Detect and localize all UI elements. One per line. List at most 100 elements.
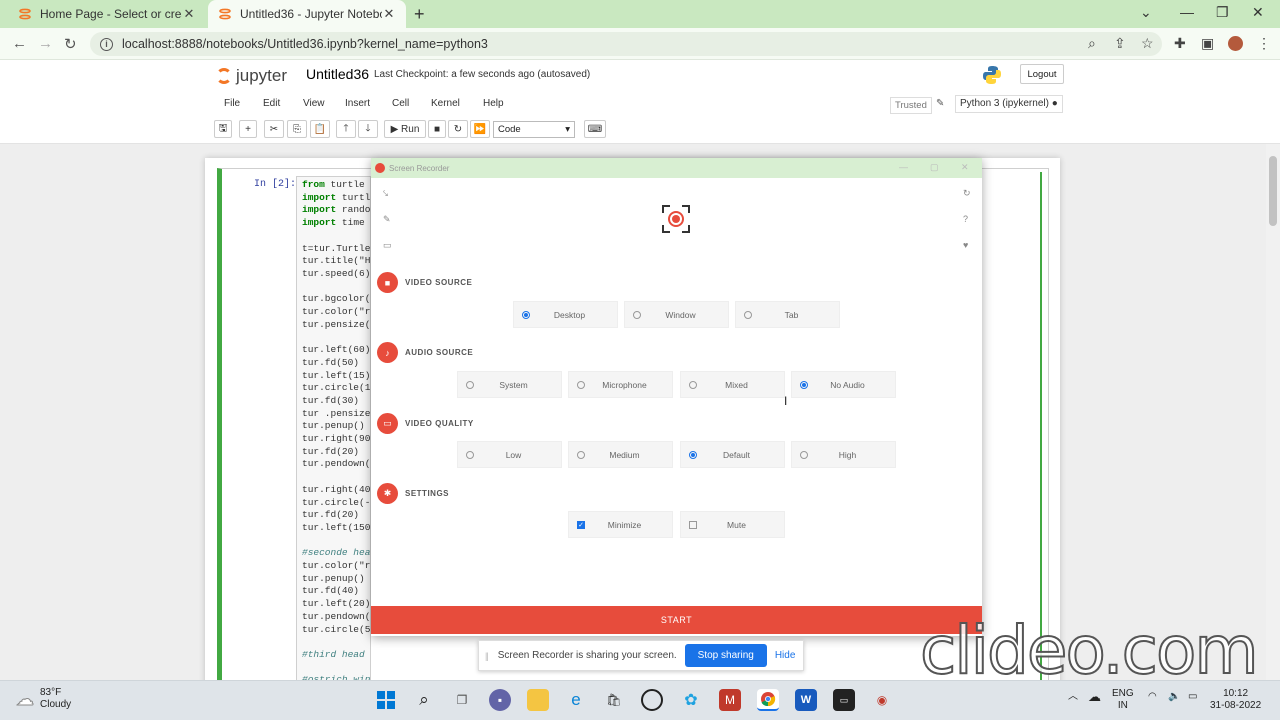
- command-palette-icon[interactable]: ⌨: [584, 120, 606, 138]
- task-view-icon[interactable]: ❐: [451, 689, 473, 711]
- quality-medium[interactable]: Medium: [568, 441, 673, 468]
- paste-icon[interactable]: 📋: [310, 120, 330, 138]
- clock[interactable]: 10:12 31-08-2022: [1210, 688, 1261, 712]
- run-button[interactable]: ▶ Run: [384, 120, 426, 138]
- edge-browser-icon[interactable]: e: [565, 689, 587, 711]
- start-button[interactable]: START: [371, 606, 982, 634]
- extensions-icon[interactable]: ✚: [1174, 35, 1186, 52]
- logout-button[interactable]: Logout: [1020, 64, 1064, 84]
- insert-cell-icon[interactable]: +: [239, 120, 257, 138]
- quality-low[interactable]: Low: [457, 441, 562, 468]
- terminal-icon[interactable]: ▭: [833, 689, 855, 711]
- wifi-icon[interactable]: ◠: [1148, 691, 1157, 703]
- menu-file[interactable]: File: [224, 98, 240, 109]
- interrupt-icon[interactable]: ■: [428, 120, 446, 138]
- recorder-maximize-icon[interactable]: ▢: [930, 162, 939, 173]
- zoom-icon[interactable]: ⌕: [1088, 35, 1096, 52]
- restart-icon[interactable]: ↻: [448, 120, 468, 138]
- language-indicator[interactable]: ENG IN: [1112, 688, 1134, 712]
- recorder-minimize-icon[interactable]: —: [899, 162, 908, 172]
- site-info-icon[interactable]: i: [100, 37, 113, 51]
- onedrive-icon[interactable]: ☁: [1088, 690, 1101, 703]
- move-up-icon[interactable]: 🡑: [336, 120, 356, 138]
- move-down-icon[interactable]: 🡓: [358, 120, 378, 138]
- video-source-tab[interactable]: Tab: [735, 301, 840, 328]
- windows-start-icon[interactable]: [375, 689, 397, 711]
- profile-avatar[interactable]: [1228, 36, 1243, 51]
- audio-source-mixed[interactable]: Mixed: [680, 371, 785, 398]
- settings-app-icon[interactable]: ✿: [680, 689, 702, 711]
- audio-source-system[interactable]: System: [457, 371, 562, 398]
- teams-chat-icon[interactable]: ▪: [489, 689, 511, 711]
- code-editor[interactable]: from turtle import turtl import rando impor…: [296, 176, 371, 686]
- video-source-window[interactable]: Window: [624, 301, 729, 328]
- edit-pencil-icon[interactable]: ✎: [936, 98, 944, 109]
- file-explorer-icon[interactable]: [527, 689, 549, 711]
- heart-icon[interactable]: ♥: [963, 240, 968, 250]
- menu-edit[interactable]: Edit: [263, 98, 280, 109]
- antivirus-icon[interactable]: M: [719, 689, 741, 711]
- code-line: tur.fd(20): [302, 509, 360, 521]
- tab-home-page[interactable]: Home Page - Select or create a n ✕: [8, 0, 206, 28]
- cell-type-select[interactable]: Code ▾: [493, 121, 575, 138]
- audio-source-microphone[interactable]: Microphone: [568, 371, 673, 398]
- video-source-desktop[interactable]: Desktop: [513, 301, 618, 328]
- tab-search-icon[interactable]: ⌄: [1140, 4, 1152, 21]
- side-panel-icon[interactable]: ▣: [1201, 35, 1214, 52]
- app-icon[interactable]: [641, 689, 663, 711]
- tab-untitled36[interactable]: Untitled36 - Jupyter Notebook ✕: [208, 0, 406, 28]
- option-label: Minimize: [607, 519, 642, 530]
- setting-mute[interactable]: Mute: [680, 511, 785, 538]
- store-icon[interactable]: 🛍: [603, 689, 625, 711]
- info-icon[interactable]: ?: [963, 214, 968, 224]
- search-icon[interactable]: ⌕: [413, 689, 435, 711]
- scrollbar-thumb[interactable]: [1269, 156, 1277, 226]
- menu-view[interactable]: View: [303, 98, 325, 109]
- notebook-name[interactable]: Untitled36: [306, 66, 369, 82]
- quality-default[interactable]: Default: [680, 441, 785, 468]
- bookmark-star-icon[interactable]: ☆: [1141, 35, 1154, 52]
- volume-icon[interactable]: 🔈: [1168, 691, 1180, 703]
- word-icon[interactable]: W: [795, 689, 817, 711]
- window-icon[interactable]: ▭: [383, 240, 392, 251]
- weather-widget[interactable]: ☁ 83°F Cloudy: [16, 687, 72, 711]
- drag-handle-icon[interactable]: ||: [485, 651, 489, 661]
- screen-recorder-taskbar-icon[interactable]: ◉: [871, 689, 893, 711]
- restart-run-all-icon[interactable]: ⏩: [470, 120, 490, 138]
- menu-help[interactable]: Help: [483, 98, 504, 109]
- refresh-icon[interactable]: ↻: [963, 188, 971, 199]
- close-tab-icon[interactable]: ✕: [182, 6, 196, 22]
- share-icon[interactable]: ⇪: [1114, 35, 1126, 52]
- back-icon[interactable]: ←: [12, 35, 27, 52]
- close-tab-icon[interactable]: ✕: [382, 6, 396, 22]
- minimize-icon[interactable]: —: [1180, 4, 1194, 20]
- copy-icon[interactable]: ⎘: [287, 120, 307, 138]
- battery-icon[interactable]: ▭: [1188, 691, 1197, 703]
- url-field[interactable]: i localhost:8888/notebooks/Untitled36.ip…: [90, 32, 1162, 56]
- menu-cell[interactable]: Cell: [392, 98, 409, 109]
- cut-icon[interactable]: ✂: [264, 120, 284, 138]
- save-icon[interactable]: 🖫: [214, 120, 232, 138]
- hide-button[interactable]: Hide: [775, 650, 796, 661]
- forward-icon[interactable]: →: [38, 35, 53, 52]
- recorder-close-icon[interactable]: ✕: [961, 162, 969, 173]
- crop-icon[interactable]: ⤥: [383, 188, 388, 199]
- show-hidden-icons-icon[interactable]: ︿: [1068, 691, 1078, 703]
- setting-minimize[interactable]: ✓ Minimize: [568, 511, 673, 538]
- menu-kernel[interactable]: Kernel: [431, 98, 460, 109]
- new-tab-icon[interactable]: +: [414, 4, 425, 25]
- stop-sharing-button[interactable]: Stop sharing: [684, 644, 767, 667]
- restore-icon[interactable]: ❐: [1216, 4, 1229, 21]
- reload-icon[interactable]: ↻: [64, 35, 77, 53]
- quality-high[interactable]: High: [791, 441, 896, 468]
- close-window-icon[interactable]: ✕: [1252, 4, 1264, 21]
- chrome-icon[interactable]: [757, 689, 779, 711]
- trusted-indicator[interactable]: Trusted: [890, 97, 932, 114]
- page-scrollbar[interactable]: [1266, 144, 1280, 680]
- audio-source-no-audio[interactable]: No Audio: [791, 371, 896, 398]
- jupyter-logo[interactable]: jupyter: [216, 66, 287, 86]
- browser-menu-icon[interactable]: ⋮: [1257, 35, 1271, 52]
- pen-icon[interactable]: ✎: [383, 214, 391, 225]
- radio-selected: [689, 450, 697, 459]
- menu-insert[interactable]: Insert: [345, 98, 370, 109]
